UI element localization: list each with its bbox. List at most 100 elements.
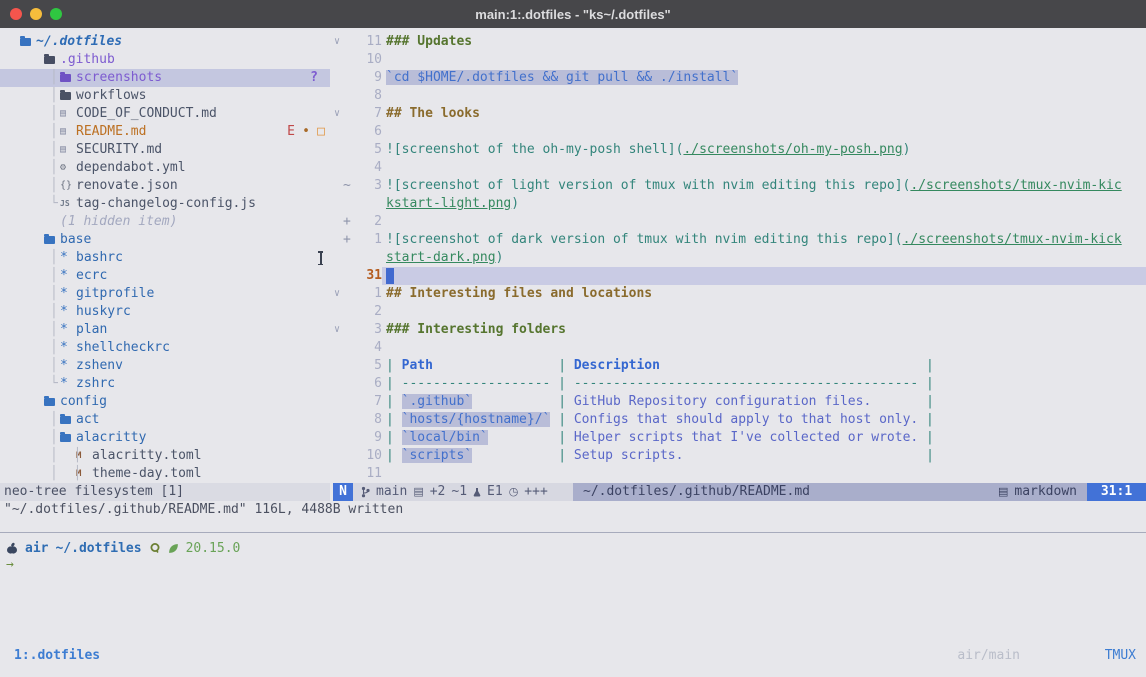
tree-item-alacritty-toml[interactable]: │ │Malacritty.toml (0, 447, 330, 465)
tree-item-label: workflows (76, 87, 146, 105)
syntax-segment: | (918, 430, 934, 445)
tree-item-dotfiles[interactable]: ~/.dotfiles (0, 33, 330, 51)
editor-line[interactable]: 7| `.github` | GitHub Repository configu… (330, 393, 1146, 411)
shell-prompt: air ~/.dotfiles 20.15.0 (6, 539, 240, 557)
fold-chevron-icon[interactable]: ∨ (334, 105, 340, 123)
tree-item-ecrc[interactable]: │*ecrc (0, 267, 330, 285)
tree-item-label: dependabot.yml (76, 159, 186, 177)
tree-item-base[interactable]: base (0, 231, 330, 249)
tree-item-config[interactable]: config (0, 393, 330, 411)
tree-item-act[interactable]: │act (0, 411, 330, 429)
editor-line[interactable]: 5| Path | Description | (330, 357, 1146, 375)
tree-item-github[interactable]: .github (0, 51, 330, 69)
tree-guide: │ (50, 303, 58, 321)
editor-line[interactable]: 5![screenshot of the oh-my-posh shell](.… (330, 141, 1146, 159)
star-icon: * (60, 375, 76, 393)
error-count: E1 (487, 483, 503, 501)
tree-item-plan[interactable]: │*plan (0, 321, 330, 339)
git-branch-name: main (376, 483, 407, 501)
editor-line[interactable]: 4 (330, 339, 1146, 357)
tree-guide: │ (50, 87, 58, 105)
editor-line[interactable]: ∨3### Interesting folders (330, 321, 1146, 339)
tree-item-dependabot-yml[interactable]: │⚙dependabot.yml (0, 159, 330, 177)
tree-item-label: CODE_OF_CONDUCT.md (76, 105, 217, 123)
tree-item-zshenv[interactable]: │*zshenv (0, 357, 330, 375)
tree-item-zshrc[interactable]: └*zshrc (0, 375, 330, 393)
editor-line[interactable]: ∨11### Updates (330, 33, 1146, 51)
pane-divider[interactable] (0, 532, 1146, 533)
syntax-segment: | (918, 358, 934, 373)
folder-icon (44, 56, 55, 64)
editor-line[interactable]: ∨1## Interesting files and locations (330, 285, 1146, 303)
tree-item-1-hidden-item[interactable]: (1 hidden item) (0, 213, 330, 231)
tree-guide: │ (50, 357, 58, 375)
editor-line[interactable]: ∨7## The looks (330, 105, 1146, 123)
folder-icon (44, 236, 55, 244)
editor-line[interactable]: ~3![screenshot of light version of tmux … (330, 177, 1146, 195)
tree-item-code-of-conduct-md[interactable]: │▤CODE_OF_CONDUCT.md (0, 105, 330, 123)
editor-line[interactable]: 2 (330, 303, 1146, 321)
editor-line[interactable]: 11 (330, 465, 1146, 483)
tree-item-screenshots[interactable]: │screenshots? (0, 69, 330, 87)
star-icon: * (60, 339, 76, 357)
tree-guide: │ (50, 321, 58, 339)
fold-chevron-icon[interactable]: ∨ (334, 321, 340, 339)
apple-icon (6, 542, 18, 555)
editor-line[interactable]: 9`cd $HOME/.dotfiles && git pull && ./in… (330, 69, 1146, 87)
editor-line[interactable]: 9| `local/bin` | Helper scripts that I'v… (330, 429, 1146, 447)
tmux-client-name: air/main (957, 647, 1020, 665)
tree-item-bashrc[interactable]: │*bashrc (0, 249, 330, 267)
star-icon: * (60, 357, 76, 375)
editor-line[interactable]: start-dark.png) (330, 249, 1146, 267)
tree-item-gitprofile[interactable]: │*gitprofile (0, 285, 330, 303)
editor-line[interactable]: 4 (330, 159, 1146, 177)
editor-line-text: | `local/bin` | Helper scripts that I've… (386, 429, 934, 447)
fold-chevron-icon[interactable]: ∨ (334, 33, 340, 51)
line-number: 2 (342, 303, 382, 321)
editor-line[interactable]: kstart-light.png) (330, 195, 1146, 213)
zoom-window-button[interactable] (50, 8, 62, 20)
editor-line[interactable]: 10| `scripts` | Setup scripts. | (330, 447, 1146, 465)
editor-line[interactable]: 31 (330, 267, 1146, 285)
tree-item-renovate-json[interactable]: │{}renovate.json (0, 177, 330, 195)
syntax-segment: ) (496, 250, 504, 265)
tree-item-label: SECURITY.md (76, 141, 162, 159)
editor-line[interactable]: +2 (330, 213, 1146, 231)
line-number: 4 (342, 159, 382, 177)
tree-item-shellcheckrc[interactable]: │*shellcheckrc (0, 339, 330, 357)
line-number: 8 (342, 87, 382, 105)
editor-line[interactable]: 8 (330, 87, 1146, 105)
tree-item-tag-changelog-config-js[interactable]: └JStag-changelog-config.js (0, 195, 330, 213)
editor-line-text: ![screenshot of light version of tmux wi… (386, 177, 1122, 195)
editor-line[interactable]: 8| `hosts/{hostname}/` | Configs that sh… (330, 411, 1146, 429)
tree-item-workflows[interactable]: │ workflows (0, 87, 330, 105)
close-window-button[interactable] (10, 8, 22, 20)
tree-item-security-md[interactable]: │▤SECURITY.md (0, 141, 330, 159)
tree-item-readme-md[interactable]: │▤README.mdE•□ (0, 123, 330, 141)
tree-item-huskyrc[interactable]: │*huskyrc (0, 303, 330, 321)
syntax-segment: | (386, 358, 402, 373)
tree-item-label: zshenv (76, 357, 123, 375)
statusline: neo-tree filesystem [1] N main ▤ +2 ~1 E… (0, 483, 1146, 501)
tree-guide: │ (50, 141, 58, 159)
git-changed-count: ~1 (451, 483, 467, 501)
diagnostic-error-badge: E (287, 123, 295, 141)
tree-guide: │ (50, 267, 58, 285)
tree-item-label: shellcheckrc (76, 339, 170, 357)
minimize-window-button[interactable] (30, 8, 42, 20)
editor-line[interactable]: 6 (330, 123, 1146, 141)
syntax-segment: kstart-light.png (386, 196, 511, 211)
syntax-segment: ## Interesting files and locations (386, 286, 652, 301)
prompt-host: air (25, 541, 48, 556)
tmux-window-item[interactable]: 1:.dotfiles (14, 647, 100, 665)
editor-line[interactable]: 10 (330, 51, 1146, 69)
line-number: 31 (342, 267, 382, 285)
syntax-segment: | (918, 412, 934, 427)
editor-line-text: | `scripts` | Setup scripts. | (386, 447, 934, 465)
tree-item-alacritty[interactable]: │alacritty (0, 429, 330, 447)
editor-line[interactable]: +1![screenshot of dark version of tmux w… (330, 231, 1146, 249)
fold-chevron-icon[interactable]: ∨ (334, 285, 340, 303)
tree-item-theme-day-toml[interactable]: │ │Mtheme-day.toml (0, 465, 330, 483)
editor-line[interactable]: 6| ------------------- | ---------------… (330, 375, 1146, 393)
markdown-file-icon: ▤ (60, 105, 76, 123)
